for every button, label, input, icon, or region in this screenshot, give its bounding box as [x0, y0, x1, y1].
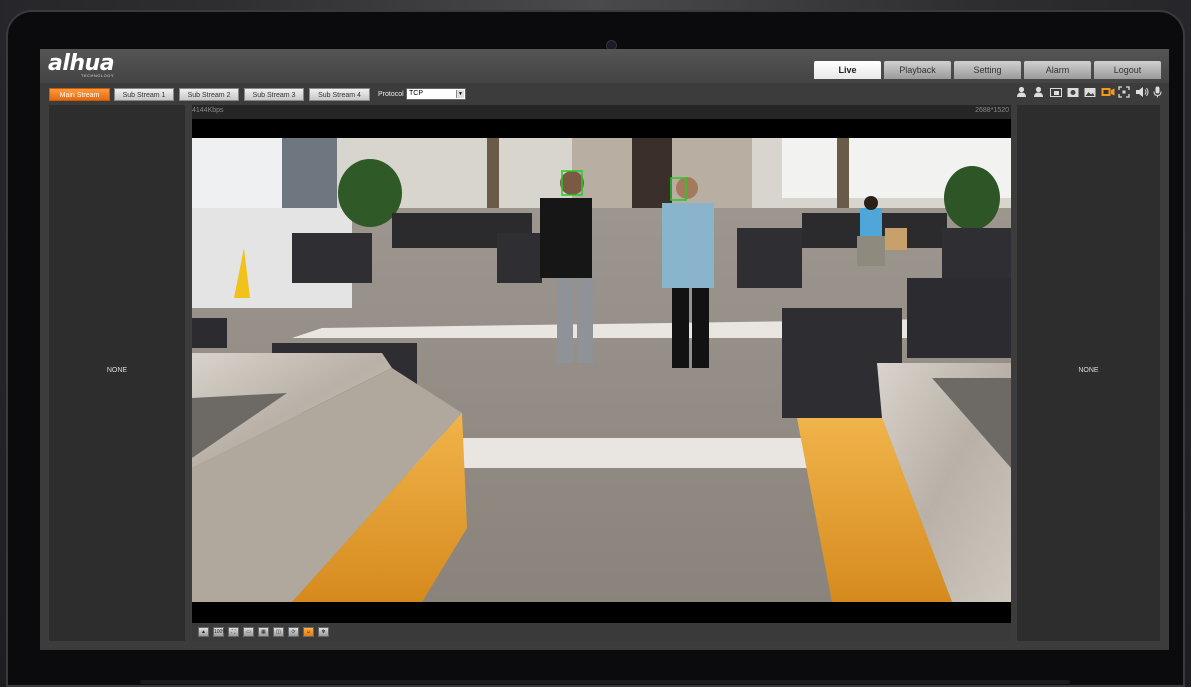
chevron-down-icon: ▼: [456, 90, 464, 98]
snapshot-icon[interactable]: [1067, 86, 1079, 98]
header-bar: alhua TECHNOLOGY Live Playback Setting A…: [40, 49, 1169, 83]
resolution-readout: 2688*1520: [975, 107, 1009, 114]
tab-live[interactable]: Live: [814, 61, 881, 79]
ratio-icon[interactable]: 100%: [213, 627, 227, 637]
camera-feed[interactable]: [192, 138, 1011, 602]
video-controls: ▲ 100% ⛶ ▭ ▦ ◫ ⟳ ☺ ✻: [192, 623, 1011, 641]
microphone-icon[interactable]: [1152, 86, 1163, 98]
laptop-hinge: [140, 680, 1070, 684]
stream-toolbar: Main Stream Sub Stream 1 Sub Stream 2 Su…: [40, 83, 1169, 105]
bitrate-readout: 4144Kbps: [192, 107, 224, 114]
image-icon[interactable]: [1084, 86, 1096, 98]
protocol-value: TCP: [409, 90, 423, 97]
grid-icon[interactable]: ▦: [258, 627, 269, 637]
zoom-icon[interactable]: [1050, 86, 1062, 98]
window-icon[interactable]: ▭: [243, 627, 254, 637]
tab-alarm[interactable]: Alarm: [1024, 61, 1091, 79]
protocol-label: Protocol: [378, 91, 404, 98]
protocol-select[interactable]: TCP ▼: [406, 88, 466, 100]
tab-playback[interactable]: Playback: [884, 61, 951, 79]
record-icon[interactable]: [1101, 86, 1115, 98]
person-black-shirt: [540, 198, 592, 278]
brand-logo-subtext: TECHNOLOGY: [81, 73, 115, 78]
live-tools: [1016, 86, 1163, 98]
sub-stream-4-button[interactable]: Sub Stream 4: [309, 88, 370, 101]
fullscreen-icon[interactable]: [1118, 86, 1130, 98]
sub-stream-1-button[interactable]: Sub Stream 1: [114, 88, 174, 101]
aspect-icon[interactable]: ▲: [198, 627, 209, 637]
refresh-icon[interactable]: ⟳: [288, 627, 299, 637]
face-icon[interactable]: ☺: [303, 627, 314, 637]
split-icon[interactable]: ◫: [273, 627, 284, 637]
live-video-panel[interactable]: 4144Kbps 2688*1520 ▲ 100% ⛶ ▭ ▦ ◫ ⟳ ☺ ✻: [192, 105, 1011, 641]
tab-setting[interactable]: Setting: [954, 61, 1021, 79]
main-stream-button[interactable]: Main Stream: [49, 88, 110, 101]
lobby-scene: [192, 138, 1011, 602]
tab-logout[interactable]: Logout: [1094, 61, 1161, 79]
left-channel-label: NONE: [106, 367, 128, 374]
speaker-icon[interactable]: [1135, 86, 1149, 98]
left-channel-panel[interactable]: NONE: [49, 105, 185, 641]
right-channel-panel[interactable]: NONE: [1017, 105, 1160, 641]
settings-icon[interactable]: ✻: [318, 627, 329, 637]
main-nav: Live Playback Setting Alarm Logout: [814, 61, 1161, 79]
fit-icon[interactable]: ⛶: [228, 627, 239, 637]
sub-stream-3-button[interactable]: Sub Stream 3: [244, 88, 304, 101]
person-blue-shirt: [662, 203, 714, 288]
sub-stream-2-button[interactable]: Sub Stream 2: [179, 88, 239, 101]
person-icon[interactable]: [1016, 86, 1027, 98]
right-channel-label: NONE: [1078, 367, 1099, 374]
person-icon[interactable]: [1033, 86, 1044, 98]
video-info-bar: 4144Kbps 2688*1520: [192, 105, 1011, 119]
web-client: alhua TECHNOLOGY Live Playback Setting A…: [40, 49, 1169, 650]
